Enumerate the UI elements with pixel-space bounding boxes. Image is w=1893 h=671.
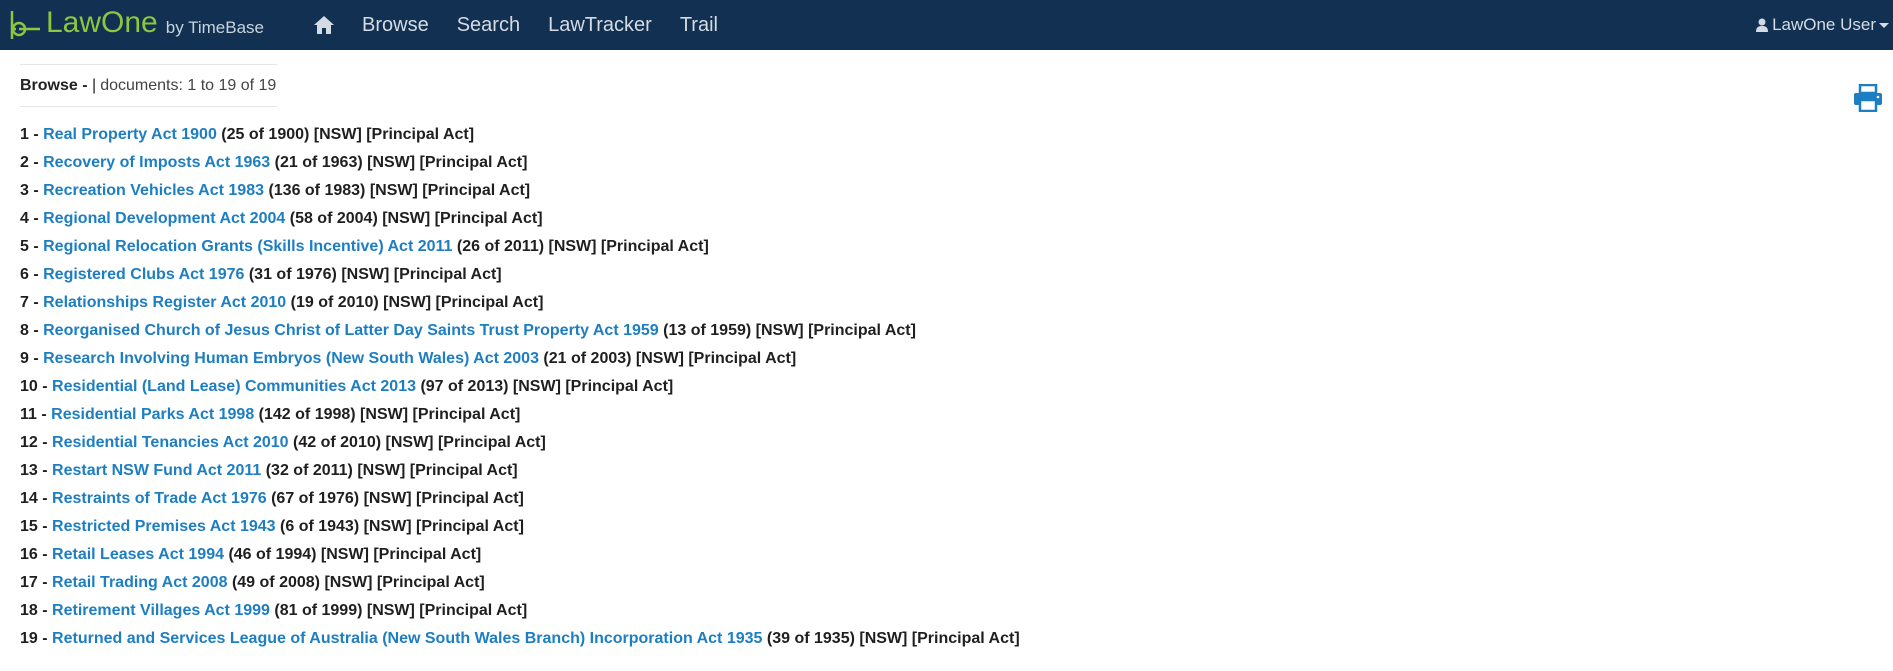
document-meta: (81 of 1999) [NSW] [Principal Act] [274, 602, 528, 619]
document-number: 19 - [20, 630, 48, 647]
document-row: 9 - Research Involving Human Embryos (Ne… [20, 350, 1873, 378]
document-meta: (46 of 1994) [NSW] [Principal Act] [228, 546, 482, 563]
document-row: 2 - Recovery of Imposts Act 1963 (21 of … [20, 154, 1873, 182]
document-title-link[interactable]: Retirement Villages Act 1999 [52, 602, 270, 619]
document-meta: (21 of 1963) [NSW] [Principal Act] [274, 154, 528, 171]
document-meta: (49 of 2008) [NSW] [Principal Act] [231, 574, 485, 591]
document-title-link[interactable]: Restricted Premises Act 1943 [52, 518, 276, 535]
document-title-link[interactable]: Regional Development Act 2004 [43, 210, 285, 227]
document-title-link[interactable]: Registered Clubs Act 1976 [43, 266, 244, 283]
document-meta: (39 of 1935) [NSW] [Principal Act] [766, 630, 1020, 647]
document-meta: (25 of 1900) [NSW] [Principal Act] [221, 126, 475, 143]
document-meta: (26 of 2011) [NSW] [Principal Act] [456, 238, 709, 255]
home-icon[interactable] [300, 0, 348, 50]
document-number: 6 - [20, 266, 39, 283]
document-row: 10 - Residential (Land Lease) Communitie… [20, 378, 1873, 406]
document-row: 12 - Residential Tenancies Act 2010 (42 … [20, 434, 1873, 462]
document-number: 8 - [20, 322, 39, 339]
document-row: 7 - Relationships Register Act 2010 (19 … [20, 294, 1873, 322]
document-row: 15 - Restricted Premises Act 1943 (6 of … [20, 518, 1873, 546]
document-number: 3 - [20, 182, 39, 199]
nav-search[interactable]: Search [443, 0, 534, 50]
document-meta: (42 of 2010) [NSW] [Principal Act] [293, 434, 546, 451]
document-number: 1 - [20, 126, 39, 143]
document-title-link[interactable]: Returned and Services League of Australi… [52, 630, 762, 647]
lawone-logo-icon [10, 11, 40, 39]
document-row: 19 - Returned and Services League of Aus… [20, 630, 1873, 658]
document-number: 7 - [20, 294, 39, 311]
document-row: 8 - Reorganised Church of Jesus Christ o… [20, 322, 1873, 350]
user-icon [1756, 18, 1772, 32]
document-meta: (58 of 2004) [NSW] [Principal Act] [289, 210, 543, 227]
document-row: 11 - Residential Parks Act 1998 (142 of … [20, 406, 1873, 434]
document-row: 5 - Regional Relocation Grants (Skills I… [20, 238, 1873, 266]
document-meta: (31 of 1976) [NSW] [Principal Act] [248, 266, 502, 283]
document-number: 5 - [20, 238, 39, 255]
document-meta: (142 of 1998) [NSW] [Principal Act] [258, 406, 521, 423]
document-number: 18 - [20, 602, 48, 619]
print-icon[interactable] [1853, 84, 1883, 112]
document-title-link[interactable]: Residential Parks Act 1998 [51, 406, 254, 423]
brand[interactable]: LawOne by TimeBase [0, 0, 264, 50]
document-number: 10 - [20, 378, 48, 395]
chevron-down-icon [1879, 22, 1889, 28]
document-number: 4 - [20, 210, 39, 227]
document-list: 1 - Real Property Act 1900 (25 of 1900) … [20, 126, 1873, 658]
document-meta: (19 of 2010) [NSW] [Principal Act] [290, 294, 544, 311]
main-content: Browse - | documents: 1 to 19 of 19 1 - … [0, 64, 1893, 658]
document-number: 13 - [20, 462, 48, 479]
document-title-link[interactable]: Relationships Register Act 2010 [43, 294, 286, 311]
document-number: 15 - [20, 518, 48, 535]
brand-name: LawOne [46, 6, 158, 39]
document-number: 11 - [20, 406, 47, 423]
document-row: 17 - Retail Trading Act 2008 (49 of 2008… [20, 574, 1873, 602]
document-title-link[interactable]: Retail Leases Act 1994 [52, 546, 224, 563]
document-row: 14 - Restraints of Trade Act 1976 (67 of… [20, 490, 1873, 518]
top-navbar: LawOne by TimeBase Browse Search LawTrac… [0, 0, 1893, 50]
document-row: 18 - Retirement Villages Act 1999 (81 of… [20, 602, 1873, 630]
document-number: 16 - [20, 546, 48, 563]
document-title-link[interactable]: Restart NSW Fund Act 2011 [52, 462, 261, 479]
document-number: 14 - [20, 490, 48, 507]
document-meta: (6 of 1943) [NSW] [Principal Act] [280, 518, 524, 535]
nav-trail[interactable]: Trail [666, 0, 732, 50]
header-separator: | [92, 76, 97, 94]
document-meta: (136 of 1983) [NSW] [Principal Act] [268, 182, 531, 199]
document-row: 4 - Regional Development Act 2004 (58 of… [20, 210, 1873, 238]
document-title-link[interactable]: Regional Relocation Grants (Skills Incen… [43, 238, 452, 255]
document-title-link[interactable]: Restraints of Trade Act 1976 [52, 490, 267, 507]
document-row: 16 - Retail Leases Act 1994 (46 of 1994)… [20, 546, 1873, 574]
document-title-link[interactable]: Residential (Land Lease) Communities Act… [52, 378, 416, 395]
document-title-link[interactable]: Reorganised Church of Jesus Christ of La… [43, 322, 659, 339]
document-title-link[interactable]: Recreation Vehicles Act 1983 [43, 182, 264, 199]
browse-label: Browse - [20, 76, 88, 94]
document-row: 3 - Recreation Vehicles Act 1983 (136 of… [20, 182, 1873, 210]
document-meta: (97 of 2013) [NSW] [Principal Act] [420, 378, 674, 395]
document-title-link[interactable]: Research Involving Human Embryos (New So… [43, 350, 539, 367]
document-row: 1 - Real Property Act 1900 (25 of 1900) … [20, 126, 1873, 154]
document-title-link[interactable]: Residential Tenancies Act 2010 [52, 434, 289, 451]
document-meta: (21 of 2003) [NSW] [Principal Act] [543, 350, 797, 367]
document-number: 12 - [20, 434, 48, 451]
browse-header: Browse - | documents: 1 to 19 of 19 [20, 64, 277, 107]
user-menu[interactable]: LawOne User [1756, 0, 1889, 50]
document-title-link[interactable]: Retail Trading Act 2008 [52, 574, 227, 591]
document-row: 13 - Restart NSW Fund Act 2011 (32 of 20… [20, 462, 1873, 490]
document-meta: (67 of 1976) [NSW] [Principal Act] [271, 490, 524, 507]
document-title-link[interactable]: Real Property Act 1900 [43, 126, 217, 143]
document-row: 6 - Registered Clubs Act 1976 (31 of 197… [20, 266, 1873, 294]
document-title-link[interactable]: Recovery of Imposts Act 1963 [43, 154, 270, 171]
document-number: 17 - [20, 574, 48, 591]
main-nav: Browse Search LawTracker Trail [300, 0, 732, 50]
document-number: 2 - [20, 154, 39, 171]
brand-byline: by TimeBase [165, 18, 265, 37]
user-name: LawOne User [1772, 15, 1876, 34]
nav-browse[interactable]: Browse [348, 0, 443, 50]
document-meta: (32 of 2011) [NSW] [Principal Act] [265, 462, 518, 479]
document-meta: (13 of 1959) [NSW] [Principal Act] [663, 322, 916, 339]
document-count: documents: 1 to 19 of 19 [100, 76, 277, 94]
document-number: 9 - [20, 350, 39, 367]
nav-lawtracker[interactable]: LawTracker [534, 0, 666, 50]
